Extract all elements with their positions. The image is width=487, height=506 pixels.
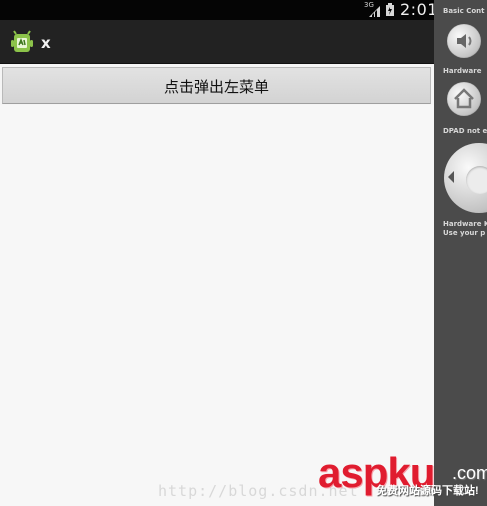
- hardware-keys-line-2: Use your p: [443, 229, 486, 237]
- hardware-keys-line-1: Hardware K: [443, 220, 487, 228]
- hardware-label: Hardware: [443, 67, 482, 75]
- android-phone-screen: 3G 2:01 x 点击弹出左菜单 http://blog.csdn.net: [0, 0, 434, 506]
- emulator-controls-panel: Basic Cont Hardware DPAD not e Hardware …: [434, 0, 487, 506]
- dpad-center-button[interactable]: [466, 166, 487, 194]
- main-content-area: [0, 105, 434, 506]
- hardware-keys-info: Hardware K Use your p: [443, 220, 487, 238]
- signal-icon: [369, 6, 380, 17]
- home-icon: [454, 88, 474, 109]
- dpad-label: DPAD not e: [443, 127, 487, 135]
- basic-controls-label: Basic Cont: [443, 7, 485, 15]
- blog-url-watermark: http://blog.csdn.net: [158, 482, 359, 500]
- android-app-icon[interactable]: [10, 30, 34, 54]
- dpad-control[interactable]: [444, 143, 487, 213]
- volume-button[interactable]: [447, 24, 481, 58]
- dpad-left-arrow-icon: [448, 171, 454, 183]
- battery-icon: [386, 3, 394, 16]
- app-title: x: [41, 34, 51, 52]
- action-bar: x: [0, 20, 434, 64]
- screenshot-root: 3G 2:01 x 点击弹出左菜单 http://blog.csdn.net B…: [0, 0, 487, 506]
- volume-icon: [457, 34, 472, 48]
- status-bar: 3G 2:01: [0, 0, 434, 20]
- home-button[interactable]: [447, 82, 481, 116]
- open-left-menu-button[interactable]: 点击弹出左菜单: [2, 67, 431, 104]
- status-time: 2:01: [400, 0, 434, 19]
